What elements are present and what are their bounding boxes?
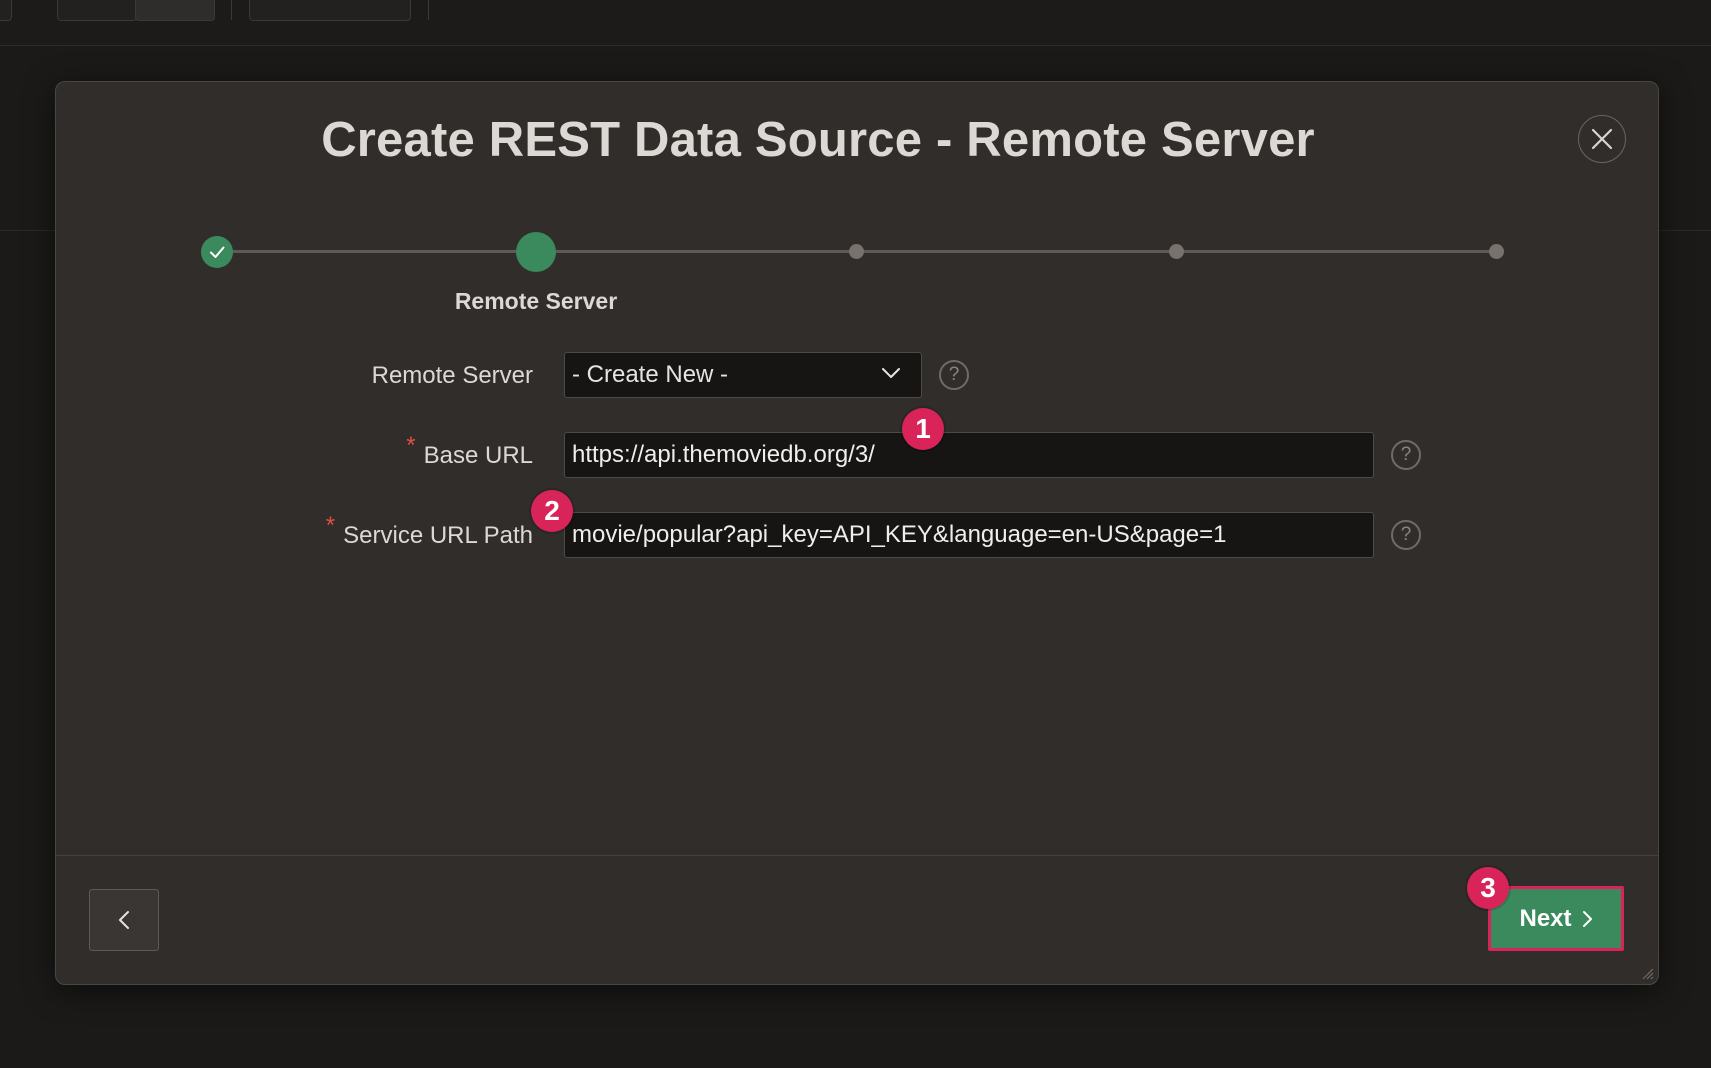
toolbar-button[interactable]: [249, 0, 411, 21]
dialog-title: Create REST Data Source - Remote Server: [321, 113, 1315, 167]
annotation-badge-2: 2: [531, 490, 573, 532]
remote-server-select-value: - Create New -: [572, 361, 729, 388]
remote-server-select[interactable]: - Create New -: [564, 352, 922, 398]
toolbar-divider: [428, 0, 429, 20]
wizard-step-5: [1489, 244, 1504, 259]
wizard-step-1-completed: [201, 236, 233, 268]
required-marker: *: [406, 432, 416, 459]
wizard-current-step-label: Remote Server: [454, 288, 618, 314]
service-url-path-label: * Service URL Path: [326, 512, 533, 550]
required-marker: *: [325, 512, 336, 539]
checkmark-icon: [210, 246, 225, 258]
close-icon: [1591, 128, 1613, 150]
annotation-badge-3: 3: [1467, 867, 1509, 909]
remote-server-label: Remote Server: [372, 362, 533, 390]
base-url-label-text: Base URL: [423, 442, 533, 469]
dialog-footer-divider: [56, 855, 1658, 856]
annotation-badge-1: 1: [902, 408, 944, 450]
toolbar-segment[interactable]: [0, 0, 12, 21]
remote-server-help-icon[interactable]: ?: [939, 360, 969, 390]
previous-button[interactable]: [89, 889, 159, 951]
wizard-step-4: [1169, 244, 1184, 259]
toolbar-divider: [231, 0, 232, 20]
app-top-bar: [0, 0, 1711, 46]
toolbar-view-toggle-grid[interactable]: [57, 0, 137, 21]
chevron-down-icon: [882, 368, 900, 378]
service-url-path-help-icon[interactable]: ?: [1391, 520, 1421, 550]
service-url-path-label-text: Service URL Path: [343, 522, 533, 549]
next-button[interactable]: Next: [1488, 886, 1624, 951]
help-glyph: ?: [1400, 524, 1412, 545]
next-button-label: Next: [1519, 904, 1572, 932]
close-button[interactable]: [1578, 115, 1626, 163]
base-url-input[interactable]: https://api.themoviedb.org/3/: [564, 432, 1374, 478]
chevron-left-icon: [119, 911, 129, 929]
wizard-step-3: [849, 244, 864, 259]
base-url-label: * Base URL: [406, 432, 533, 470]
wizard-step-2-current: [516, 232, 556, 272]
resize-handle-icon[interactable]: [1640, 966, 1654, 980]
help-glyph: ?: [1400, 444, 1412, 465]
remote-server-label-text: Remote Server: [371, 362, 533, 389]
service-url-path-input[interactable]: movie/popular?api_key=API_KEY&language=e…: [564, 512, 1374, 558]
chevron-right-icon: [1582, 910, 1592, 927]
base-url-help-icon[interactable]: ?: [1391, 440, 1421, 470]
create-rest-data-source-dialog: Create REST Data Source - Remote Server …: [55, 81, 1659, 985]
help-glyph: ?: [948, 364, 960, 385]
toolbar-view-toggle-list[interactable]: [135, 0, 215, 21]
